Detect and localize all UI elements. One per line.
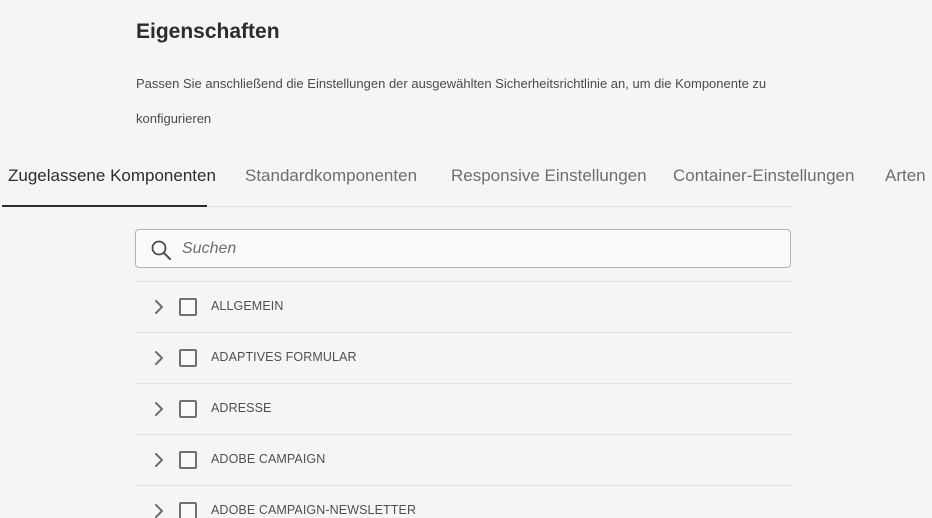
search-field[interactable] <box>135 229 791 268</box>
group-label: ADAPTIVES FORMULAR <box>211 350 357 364</box>
tab-responsive-einstellungen[interactable]: Responsive Einstellungen <box>451 166 647 186</box>
search-icon <box>151 240 171 260</box>
group-label: ADOBE CAMPAIGN-NEWSLETTER <box>211 503 417 517</box>
chevron-right-icon[interactable] <box>152 298 166 316</box>
chevron-right-icon[interactable] <box>152 502 166 518</box>
tab-zugelassene-komponenten[interactable]: Zugelassene Komponenten <box>8 166 216 186</box>
list-item: ALLGEMEIN <box>136 281 792 332</box>
chevron-right-icon[interactable] <box>152 349 166 367</box>
tab-container-einstellungen[interactable]: Container-Einstellungen <box>673 166 854 186</box>
group-checkbox[interactable] <box>179 451 197 469</box>
chevron-right-icon[interactable] <box>152 451 166 469</box>
properties-page: Eigenschaften Passen Sie anschließend di… <box>0 0 932 518</box>
group-checkbox[interactable] <box>179 298 197 316</box>
group-checkbox[interactable] <box>179 400 197 418</box>
component-group-list: ALLGEMEIN ADAPTIVES FORMULAR ADRESSE ADO… <box>136 281 792 518</box>
group-label: ALLGEMEIN <box>211 299 284 313</box>
list-item: ADOBE CAMPAIGN-NEWSLETTER <box>136 485 792 518</box>
tab-arten[interactable]: Arten <box>885 166 926 186</box>
list-item: ADAPTIVES FORMULAR <box>136 332 792 383</box>
tab-bar: Zugelassene Komponenten Standardkomponen… <box>0 156 932 208</box>
group-label: ADOBE CAMPAIGN <box>211 452 326 466</box>
tab-standardkomponenten[interactable]: Standardkomponenten <box>245 166 417 186</box>
page-title: Eigenschaften <box>136 20 280 43</box>
active-tab-indicator <box>2 205 207 207</box>
tab-bar-divider <box>207 206 793 207</box>
chevron-right-icon[interactable] <box>152 400 166 418</box>
group-checkbox[interactable] <box>179 502 197 518</box>
group-label: ADRESSE <box>211 401 272 415</box>
search-input[interactable] <box>182 230 778 267</box>
group-checkbox[interactable] <box>179 349 197 367</box>
list-item: ADRESSE <box>136 383 792 434</box>
page-description: Passen Sie anschließend die Einstellunge… <box>136 76 767 126</box>
list-item: ADOBE CAMPAIGN <box>136 434 792 485</box>
